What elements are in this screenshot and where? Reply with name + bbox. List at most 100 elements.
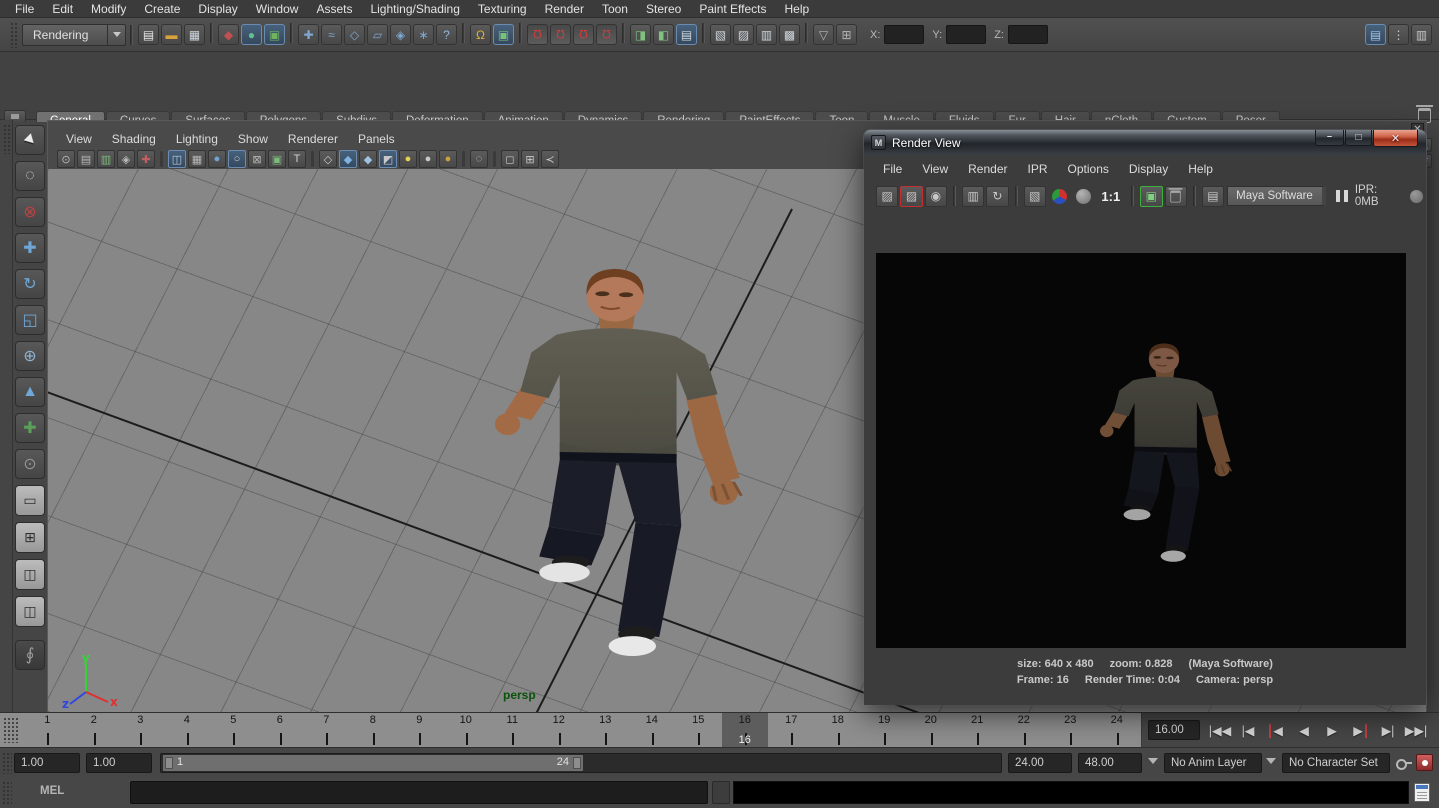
- zoom-ratio-button[interactable]: 1:1: [1101, 189, 1120, 204]
- playback-start-field[interactable]: 1.00: [86, 753, 152, 773]
- render-view-menu-item[interactable]: Options: [1058, 162, 1119, 176]
- timeline-frame[interactable]: 17: [768, 713, 815, 748]
- snap-magnet-view-icon[interactable]: Ω: [596, 24, 617, 45]
- camera-bookmarks-icon[interactable]: ▤: [77, 150, 95, 168]
- timeline-ruler[interactable]: 1 2 3 4: [0, 713, 1142, 748]
- timeline-frame[interactable]: 12: [536, 713, 583, 748]
- multi-view-icon[interactable]: ⊞: [521, 150, 539, 168]
- share-view-icon[interactable]: ≺: [541, 150, 559, 168]
- ipr-render-icon[interactable]: ▥: [962, 186, 984, 207]
- timeline-frame[interactable]: 24: [1094, 713, 1141, 748]
- select-object-icon[interactable]: ●: [241, 24, 262, 45]
- range-start-handle[interactable]: [165, 757, 173, 769]
- timeline-frame[interactable]: 10: [443, 713, 490, 748]
- tool-settings-toggle-icon[interactable]: ⋮: [1388, 24, 1409, 45]
- four-pane-layout-button[interactable]: ⊞: [15, 522, 45, 553]
- snap-view-icon[interactable]: ◈: [390, 24, 411, 45]
- redo-previous-render-icon[interactable]: ▨: [900, 186, 922, 207]
- timeline-frame[interactable]: 20: [908, 713, 955, 748]
- range-end-handle[interactable]: [573, 757, 581, 769]
- film-gate-icon[interactable]: ▦: [188, 150, 206, 168]
- soft-modification-tool[interactable]: ▲: [15, 377, 45, 407]
- anim-layer-dropdown-icon[interactable]: [1148, 758, 1158, 769]
- timeline-frame[interactable]: 22: [1001, 713, 1048, 748]
- go-to-end-button[interactable]: ▶▶|: [1402, 719, 1430, 743]
- command-input[interactable]: [130, 781, 708, 804]
- graph-persp-layout-button[interactable]: ◫: [15, 596, 45, 627]
- menu-item[interactable]: Help: [776, 0, 819, 18]
- menu-item[interactable]: Paint Effects: [690, 0, 775, 18]
- step-forward-frame-button[interactable]: ▶: [1346, 719, 1374, 743]
- camera-attributes-icon[interactable]: ⊙: [57, 150, 75, 168]
- isolate-select-icon[interactable]: ◌: [470, 150, 488, 168]
- timeline-frame[interactable]: 1: [24, 713, 71, 748]
- timeline-frame[interactable]: 3: [117, 713, 164, 748]
- attribute-editor-toggle-icon[interactable]: ▤: [1365, 24, 1386, 45]
- character-set-dropdown-icon[interactable]: [1266, 758, 1276, 769]
- render-region-icon[interactable]: ▧: [1024, 186, 1046, 207]
- rgb-channels-icon[interactable]: [1048, 186, 1070, 207]
- menu-item[interactable]: Modify: [82, 0, 135, 18]
- render-view-menu-item[interactable]: IPR: [1018, 162, 1058, 176]
- select-tool[interactable]: [15, 125, 45, 155]
- render-view-menu-item[interactable]: File: [873, 162, 912, 176]
- timeline-frame[interactable]: 18: [815, 713, 862, 748]
- rotate-tool[interactable]: ↻: [15, 269, 45, 299]
- keep-image-icon[interactable]: ▣: [1140, 186, 1162, 207]
- menu-item[interactable]: Assets: [307, 0, 361, 18]
- menu-item[interactable]: Edit: [43, 0, 82, 18]
- timeline-frame[interactable]: 19: [861, 713, 908, 748]
- anim-layer-field[interactable]: No Anim Layer: [1164, 753, 1262, 773]
- playback-end-field[interactable]: 24.00: [1008, 753, 1072, 773]
- last-tool-camera[interactable]: ⊙: [15, 449, 45, 479]
- gold-light-icon[interactable]: ●: [439, 150, 457, 168]
- menu-set-selector[interactable]: Rendering: [22, 24, 126, 46]
- menu-item[interactable]: Create: [135, 0, 189, 18]
- menu-item[interactable]: Render: [536, 0, 593, 18]
- script-editor-icon[interactable]: [1414, 783, 1430, 802]
- menu-item[interactable]: File: [6, 0, 43, 18]
- minimize-button[interactable]: [1315, 130, 1344, 146]
- character-model[interactable]: [465, 247, 765, 660]
- save-scene-icon[interactable]: ▦: [184, 24, 205, 45]
- timeline-frame[interactable]: 4: [164, 713, 211, 748]
- close-button[interactable]: [1373, 130, 1418, 147]
- command-language-label[interactable]: MEL: [40, 785, 64, 797]
- flat-light-icon[interactable]: ●: [419, 150, 437, 168]
- panel-menu-item[interactable]: Renderer: [278, 129, 348, 149]
- image-plane-icon[interactable]: ▥: [97, 150, 115, 168]
- construction-history-icon[interactable]: ▤: [676, 24, 697, 45]
- current-time-field[interactable]: 16.00: [1148, 720, 1200, 740]
- ipr-render-icon[interactable]: ▥: [756, 24, 777, 45]
- single-view-icon[interactable]: ◻: [501, 150, 519, 168]
- field-chart-icon[interactable]: ⊠: [248, 150, 266, 168]
- show-input-fields-icon[interactable]: ▽: [813, 24, 834, 45]
- timeline-frame[interactable]: 13: [582, 713, 629, 748]
- safe-action-icon[interactable]: ▣: [268, 150, 286, 168]
- render-view-menu-item[interactable]: View: [912, 162, 958, 176]
- safe-title-icon[interactable]: T: [288, 150, 306, 168]
- alpha-channel-icon[interactable]: [1072, 186, 1094, 207]
- resolution-gate-icon[interactable]: ●: [208, 150, 226, 168]
- menu-item[interactable]: Lighting/Shading: [361, 0, 468, 18]
- channel-box-toggle-icon[interactable]: ▥: [1411, 24, 1432, 45]
- snap-magnet-point-icon[interactable]: Ω: [573, 24, 594, 45]
- lock-selection-icon[interactable]: Ω: [470, 24, 491, 45]
- x-input[interactable]: [884, 25, 924, 44]
- timeline-frame[interactable]: 23: [1047, 713, 1094, 748]
- open-scene-icon[interactable]: ▬: [161, 24, 182, 45]
- highlight-selection-icon[interactable]: ▣: [493, 24, 514, 45]
- help-line-icon[interactable]: ?: [436, 24, 457, 45]
- range-grip[interactable]: [2, 752, 12, 774]
- open-render-view-icon[interactable]: ▧: [710, 24, 731, 45]
- step-back-key-button[interactable]: |◀: [1234, 719, 1262, 743]
- menu-item[interactable]: Texturing: [469, 0, 536, 18]
- rendered-image[interactable]: [876, 253, 1406, 648]
- shaded-mode-icon[interactable]: ◆: [339, 150, 357, 168]
- render-settings-icon[interactable]: ▩: [779, 24, 800, 45]
- snap-plane-icon[interactable]: ▱: [367, 24, 388, 45]
- animation-end-field[interactable]: 48.00: [1078, 753, 1142, 773]
- range-slider-track[interactable]: 1 24: [160, 753, 1002, 773]
- maximize-button[interactable]: [1345, 130, 1372, 146]
- snap-surface-icon[interactable]: ∗: [413, 24, 434, 45]
